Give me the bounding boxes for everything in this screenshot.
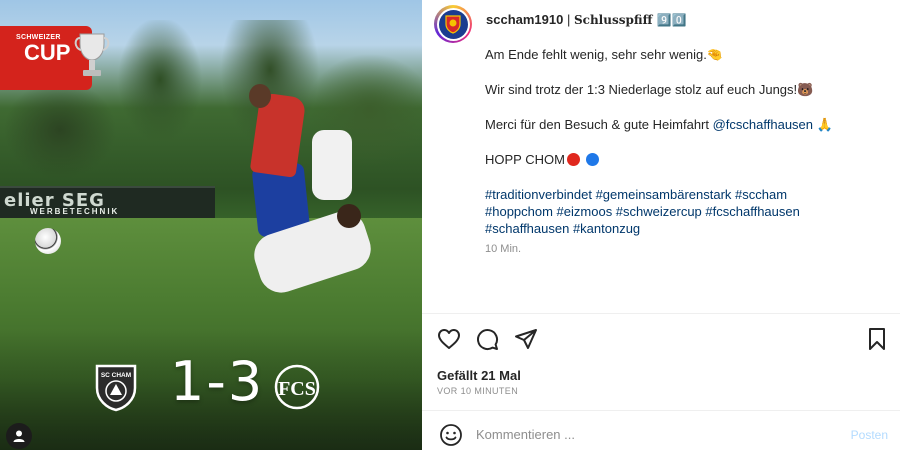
caption-line-3: Merci für den Besuch & gute Heimfahrt @f… (485, 116, 889, 133)
player-red-head (249, 84, 271, 108)
title-separator: | (566, 12, 571, 27)
action-bar (436, 326, 890, 354)
football (35, 228, 61, 254)
caption-line-3-text: Merci für den Besuch & gute Heimfahrt (485, 117, 713, 132)
mention-link[interactable]: @fcschaffhausen (713, 117, 813, 132)
sc-cham-crest-icon: SC CHAM (93, 362, 139, 412)
cup-badge-big-text: CUP (24, 40, 71, 65)
away-crest-text: FCS (278, 378, 316, 400)
post-media[interactable]: elier SEG WERBETECHNIK SCHWEIZER CUP SC … (0, 0, 422, 450)
caption-line-4-text: HOPP CHOM (485, 152, 565, 167)
actions-divider (422, 313, 900, 314)
likes-count[interactable]: Gefällt 21 Mal (437, 368, 521, 383)
match-score: 1-3 (170, 350, 265, 413)
post-timestamp: VOR 10 MINUTEN (437, 386, 519, 396)
home-crest-text: SC CHAM (101, 372, 131, 379)
player-white-head (337, 204, 361, 228)
comment-icon[interactable] (474, 326, 500, 352)
heart-icon[interactable] (436, 326, 462, 352)
player-background (312, 130, 352, 200)
sc-cham-logo-icon (438, 9, 468, 39)
header-text: sccham1910 | Schlusspfiff 9️⃣0️⃣ (486, 12, 687, 28)
comment-input[interactable] (476, 427, 826, 442)
trophy-icon (74, 33, 110, 76)
bookmark-icon[interactable] (864, 326, 890, 352)
hashtags-line-3[interactable]: #schaffhausen #kantonzug (485, 220, 889, 237)
ad-board-subtext: WERBETECHNIK (30, 207, 120, 216)
post-header: sccham1910 | Schlusspfiff 9️⃣0️⃣ (434, 5, 894, 45)
profile-avatar[interactable] (434, 5, 472, 43)
fc-schaffhausen-crest-icon: FCS (274, 362, 320, 412)
blue-circle-icon (585, 153, 599, 166)
avatar-icon (13, 430, 25, 442)
comment-divider (422, 410, 900, 411)
post-comment-button[interactable]: Posten (851, 428, 888, 442)
caption-timestamp: 10 Min. (485, 243, 522, 255)
comment-bar: Posten (422, 419, 900, 450)
caption-line-1: Am Ende fehlt wenig, sehr sehr wenig.🤏 (485, 47, 724, 62)
hashtags-line-1[interactable]: #traditionverbindet #gemeinsambärenstark… (485, 186, 889, 203)
hashtags-line-2[interactable]: #hoppchom #eizmoos #schweizercup #fcscha… (485, 203, 889, 220)
hashtag-block: #traditionverbindet #gemeinsambärenstark… (485, 186, 889, 237)
red-circle-icon (566, 153, 580, 166)
tagged-users-button[interactable] (6, 423, 32, 449)
emoji-icon[interactable] (438, 422, 464, 448)
caption-line-3-emoji: 🙏 (813, 117, 833, 132)
post-caption: Am Ende fehlt wenig, sehr sehr wenig.🤏 W… (485, 46, 889, 258)
share-icon[interactable] (513, 326, 539, 352)
post-title: Schlusspfiff 9️⃣0️⃣ (573, 13, 687, 27)
caption-line-2: Wir sind trotz der 1:3 Niederlage stolz … (485, 82, 814, 97)
username-link[interactable]: sccham1910 (486, 12, 563, 27)
post-details-panel: sccham1910 | Schlusspfiff 9️⃣0️⃣ Am Ende… (422, 0, 900, 450)
caption-line-4: HOPP CHOM (485, 151, 889, 168)
